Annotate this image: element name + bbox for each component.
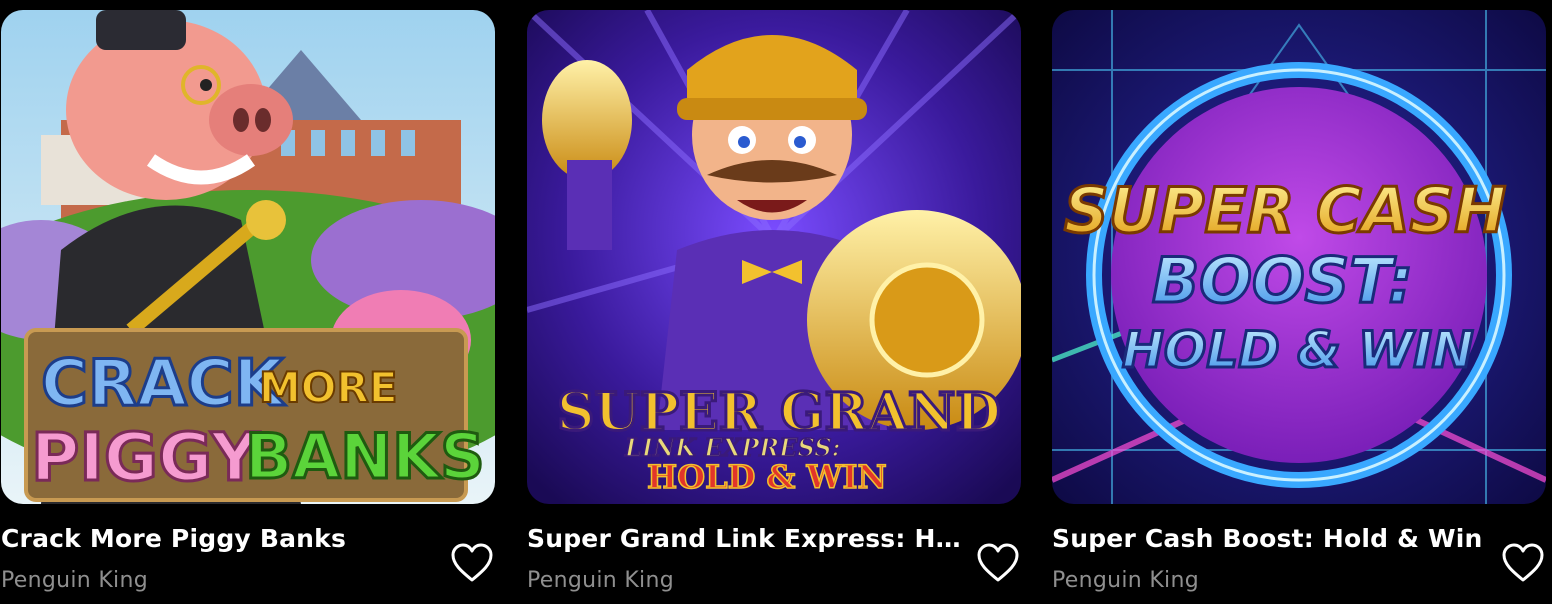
game-provider: Penguin King (527, 568, 674, 593)
art-text-line3: HOLD & WIN (647, 458, 887, 496)
heart-outline-icon (977, 543, 1019, 582)
game-provider: Penguin King (1, 568, 148, 593)
heart-outline-icon (1502, 543, 1544, 582)
game-provider: Penguin King (1052, 568, 1199, 593)
favorite-button[interactable] (975, 540, 1021, 586)
art-text-line1: CRACK (41, 347, 286, 421)
favorite-button[interactable] (449, 540, 495, 586)
game-thumbnail[interactable]: SUPER GRAND LINK EXPRESS: HOLD & WIN (527, 10, 1021, 504)
game-title[interactable]: Super Cash Boost: Hold & Win (1052, 524, 1492, 553)
game-thumbnail[interactable]: SUPER CASH BOOST: HOLD & WIN (1052, 10, 1546, 504)
art-text-line4: BANKS (245, 420, 485, 493)
game-grid: CRACK MORE PIGGY BANKS Crack More Piggy … (0, 0, 1552, 604)
art-text-line3: PIGGY (31, 419, 260, 496)
game-art-express: SUPER GRAND LINK EXPRESS: HOLD & WIN (527, 10, 1021, 504)
game-card[interactable]: SUPER CASH BOOST: HOLD & WIN Super Cash … (1052, 10, 1546, 604)
art-text-line3: HOLD & WIN (1122, 321, 1474, 379)
game-title[interactable]: Super Grand Link Express: Ho... (527, 524, 967, 553)
art-text-line2: BOOST: (1152, 244, 1413, 317)
game-art-piggy: CRACK MORE PIGGY BANKS (1, 10, 495, 504)
art-text-line1: SUPER CASH (1064, 174, 1506, 247)
favorite-button[interactable] (1500, 540, 1546, 586)
game-title[interactable]: Crack More Piggy Banks (1, 524, 441, 553)
game-thumbnail[interactable]: CRACK MORE PIGGY BANKS (1, 10, 495, 504)
heart-outline-icon (451, 543, 493, 582)
art-text-line2: MORE (259, 363, 398, 412)
game-card[interactable]: SUPER GRAND LINK EXPRESS: HOLD & WIN Sup… (527, 10, 1021, 604)
game-card[interactable]: CRACK MORE PIGGY BANKS Crack More Piggy … (1, 10, 495, 604)
game-art-cash-boost: SUPER CASH BOOST: HOLD & WIN (1052, 10, 1546, 504)
